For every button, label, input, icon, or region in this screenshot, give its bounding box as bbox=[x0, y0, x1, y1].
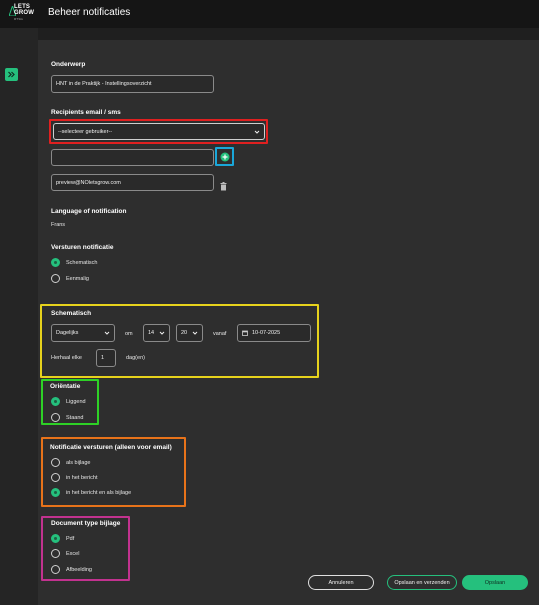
radio-label-schematisch: Schematisch bbox=[66, 260, 98, 266]
from-label: vanaf bbox=[213, 331, 227, 337]
radio-label-in-het-bericht: in het bericht bbox=[66, 475, 98, 481]
language-label: Language of notification bbox=[51, 208, 127, 215]
radio-bericht-en-bijlage[interactable] bbox=[51, 488, 60, 497]
radio-label-bericht-en-bijlage: in het bericht en als bijlage bbox=[66, 490, 132, 496]
radio-label-excel: Excel bbox=[66, 551, 80, 557]
expand-sidebar-button[interactable] bbox=[5, 68, 18, 81]
cancel-button[interactable]: Annuleren bbox=[308, 575, 374, 590]
send-notification-label: Notificatie versturen (alleen voor email… bbox=[50, 444, 172, 451]
minute-select[interactable]: 20 bbox=[176, 324, 203, 342]
save-button[interactable]: Opslaan bbox=[462, 575, 528, 590]
sending-label: Versturen notificatie bbox=[51, 244, 114, 251]
chevron-down-icon bbox=[104, 331, 110, 335]
doc-type-label: Document type bijlage bbox=[51, 520, 121, 527]
sidebar bbox=[0, 28, 38, 605]
date-value: 10-07-2025 bbox=[252, 330, 281, 336]
radio-pdf[interactable] bbox=[51, 534, 60, 543]
double-chevron-right-icon bbox=[8, 71, 15, 78]
frequency-value: Dagelijks bbox=[56, 330, 79, 336]
radio-staand[interactable] bbox=[51, 413, 60, 422]
radio-label-liggend: Liggend bbox=[66, 399, 86, 405]
radio-excel[interactable] bbox=[51, 549, 60, 558]
plus-circle-icon bbox=[220, 152, 229, 161]
radio-label-pdf: Pdf bbox=[66, 536, 75, 542]
radio-eenmalig[interactable] bbox=[51, 274, 60, 283]
at-label: om bbox=[125, 331, 133, 337]
schedule-label: Schematisch bbox=[51, 310, 92, 317]
chevron-down-icon bbox=[254, 130, 260, 134]
frequency-select[interactable]: Dagelijks bbox=[51, 324, 115, 342]
minute-value: 20 bbox=[181, 330, 188, 336]
radio-label-eenmalig: Eenmalig bbox=[66, 276, 89, 282]
user-select-value: --selecteer gebruiker-- bbox=[58, 128, 113, 135]
radio-in-het-bericht[interactable] bbox=[51, 473, 60, 482]
hour-value: 14 bbox=[148, 330, 155, 336]
radio-label-staand: Staand bbox=[66, 415, 84, 421]
date-input[interactable]: 10-07-2025 bbox=[237, 324, 311, 342]
radio-als-bijlage[interactable] bbox=[51, 458, 60, 467]
page-title: Beheer notificaties bbox=[48, 7, 131, 18]
recipient-input[interactable] bbox=[51, 149, 214, 166]
repeat-input[interactable]: 1 bbox=[96, 349, 116, 367]
orientation-label: Oriëntatie bbox=[50, 383, 81, 390]
subject-label: Onderwerp bbox=[51, 61, 86, 68]
user-select[interactable]: --selecteer gebruiker-- bbox=[53, 123, 265, 140]
calendar-icon bbox=[242, 330, 248, 336]
recipients-label: Recipients email / sms bbox=[51, 109, 121, 116]
preview-email-field[interactable]: preview@NOletsgrow.com bbox=[51, 174, 214, 191]
radio-schematisch[interactable] bbox=[51, 258, 60, 267]
top-bar: LETS GROW RTSG Beheer notificaties bbox=[0, 0, 539, 28]
chevron-down-icon bbox=[159, 331, 165, 335]
save-and-send-button[interactable]: Opslaan en verzenden bbox=[387, 575, 457, 590]
chevron-down-icon bbox=[192, 331, 198, 335]
radio-label-als-bijlage: als bijlage bbox=[66, 460, 91, 466]
radio-liggend[interactable] bbox=[51, 397, 60, 406]
radio-afbeelding[interactable] bbox=[51, 565, 60, 574]
language-value: Frans bbox=[51, 222, 66, 228]
logo: LETS GROW RTSG bbox=[14, 4, 34, 22]
notification-form: Onderwerp HNT in de Praktijk - Instellin… bbox=[38, 40, 539, 605]
delete-email-button[interactable] bbox=[220, 178, 228, 191]
radio-label-afbeelding: Afbeelding bbox=[66, 567, 92, 573]
repeat-label: Herhaal elke bbox=[51, 355, 82, 361]
logo-line-3: RTSG bbox=[14, 17, 24, 21]
repeat-unit: dag(en) bbox=[126, 355, 145, 361]
add-recipient-button[interactable] bbox=[217, 149, 232, 164]
trash-icon bbox=[220, 182, 227, 191]
subject-input[interactable]: HNT in de Praktijk - Instellingsoverzich… bbox=[51, 75, 214, 93]
hour-select[interactable]: 14 bbox=[143, 324, 170, 342]
